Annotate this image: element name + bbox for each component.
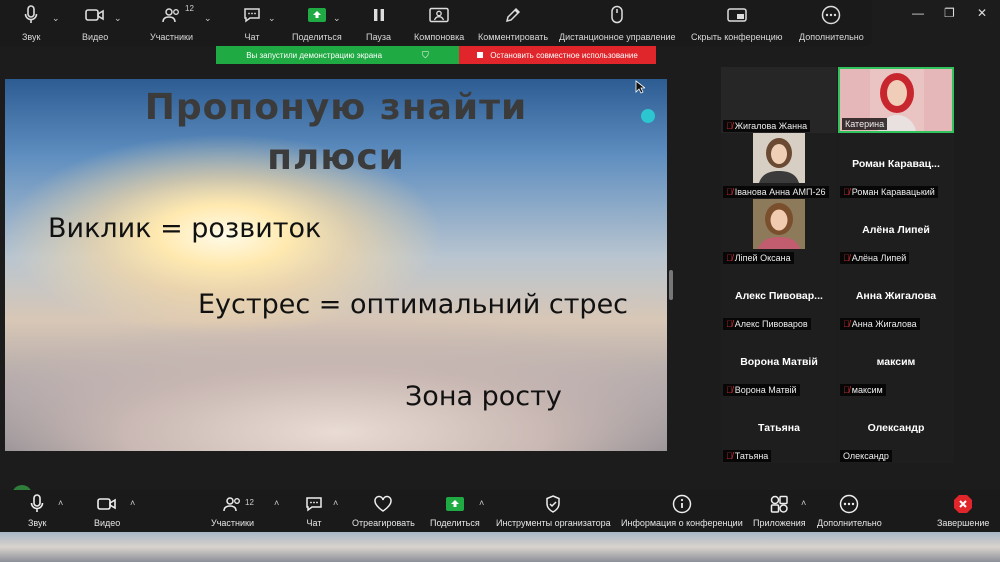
- mic-muted-icon: 🎙̸: [726, 253, 733, 263]
- slide-text-challenge: Виклик = розвиток: [48, 213, 322, 244]
- microphone-icon: [30, 493, 44, 515]
- layout-icon: [429, 4, 449, 26]
- panel-resize-handle[interactable]: [669, 270, 673, 300]
- hide-meeting-button[interactable]: Скрыть конференцию: [691, 4, 783, 42]
- desktop-background-strip: [0, 532, 1000, 562]
- sharing-status-banner: Вы запустили демонстрацию экрана ⛉: [216, 46, 459, 64]
- slide-title-line-2: плюси: [267, 137, 405, 178]
- mic-muted-icon: 🎙̸: [726, 319, 733, 329]
- layout-button[interactable]: Компоновка: [414, 4, 464, 42]
- restore-window-icon[interactable]: ❐: [944, 6, 955, 20]
- pause-share-button[interactable]: Пауза: [366, 4, 391, 42]
- mic-muted-icon: 🎙̸: [726, 187, 733, 197]
- participant-video: [753, 133, 805, 183]
- minimize-window-icon[interactable]: —: [912, 6, 924, 20]
- mic-muted-icon: 🎙̸: [726, 121, 733, 131]
- meeting-top-toolbar: Звук ⌄ Видео ⌄ Участники 12 ⌄ Чат ⌄ Поде…: [0, 0, 872, 46]
- apps-button[interactable]: Приложения: [753, 493, 806, 528]
- host-tools-button[interactable]: Инструменты организатора: [496, 493, 611, 528]
- shield-icon: [545, 493, 561, 515]
- participant-tile[interactable]: Олександр Олександр: [838, 397, 954, 463]
- end-meeting-icon: [953, 493, 973, 515]
- audio-button[interactable]: Звук: [22, 4, 40, 42]
- react-button[interactable]: Отреагировать: [352, 493, 415, 528]
- participant-tile[interactable]: Ворона Матвій 🎙̸ Ворона Матвій: [721, 331, 837, 397]
- mic-muted-icon: 🎙̸: [726, 451, 733, 461]
- bottom-audio-button[interactable]: Звук: [28, 493, 46, 528]
- chat-icon: [305, 493, 323, 515]
- participant-tile[interactable]: Алёна Липей 🎙̸ Алёна Липей: [838, 199, 954, 265]
- participants-icon: [161, 4, 182, 26]
- participant-tile[interactable]: максим 🎙̸ максим: [838, 331, 954, 397]
- share-screen-icon: [307, 4, 327, 26]
- annotate-button[interactable]: Комментировать: [478, 4, 548, 42]
- participants-count-badge: 12: [245, 498, 254, 507]
- shield-icon: ⛉: [422, 49, 429, 60]
- more-button[interactable]: Дополнительно: [799, 4, 864, 42]
- more-dots-icon: [839, 493, 859, 515]
- apps-icon: [769, 493, 789, 515]
- bottom-chat-button[interactable]: Чат: [305, 493, 323, 528]
- stop-square-icon: [477, 52, 484, 58]
- participants-options-chevron-icon[interactable]: ⌄: [204, 13, 212, 24]
- participants-count-badge: 12: [185, 4, 194, 13]
- more-dots-icon: [821, 4, 841, 26]
- chat-options-chevron-icon[interactable]: ⌄: [268, 13, 276, 24]
- participants-options-chevron-icon[interactable]: ˄: [274, 498, 279, 508]
- audio-options-chevron-icon[interactable]: ˄: [58, 498, 63, 508]
- apps-options-chevron-icon[interactable]: ˄: [801, 498, 806, 508]
- chat-icon: [243, 4, 261, 26]
- participant-tile[interactable]: 🎙̸ Жигалова Жанна: [721, 67, 837, 133]
- heart-icon: [373, 493, 393, 515]
- info-icon: [672, 493, 692, 515]
- participant-tile[interactable]: 🎙̸ Іванова Анна АМП-26: [721, 133, 837, 199]
- bottom-share-button[interactable]: Поделиться: [430, 493, 480, 528]
- stop-sharing-button[interactable]: Остановить совместное использование: [459, 46, 656, 64]
- mic-muted-icon: 🎙̸: [843, 253, 850, 263]
- mic-muted-icon: 🎙̸: [843, 319, 850, 329]
- participant-tile-active-speaker[interactable]: Катерина: [838, 67, 954, 133]
- participant-tile[interactable]: Роман Каравац... 🎙̸ Роман Каравацький: [838, 133, 954, 199]
- bottom-video-button[interactable]: Видео: [94, 493, 120, 528]
- mic-muted-icon: 🎙̸: [843, 187, 850, 197]
- participant-tile[interactable]: Анна Жигалова 🎙̸ Анна Жигалова: [838, 265, 954, 331]
- cursor-icon: [635, 80, 645, 94]
- participant-tile[interactable]: Алекс Пивовар... 🎙̸ Алекс Пивоваров: [721, 265, 837, 331]
- camera-icon: [85, 4, 105, 26]
- participant-tile[interactable]: 🎙̸ Ліпей Оксана: [721, 199, 837, 265]
- pause-icon: [372, 4, 386, 26]
- pencil-icon: [504, 4, 522, 26]
- chat-options-chevron-icon[interactable]: ˄: [333, 498, 338, 508]
- camera-icon: [97, 493, 117, 515]
- slide-text-growth-zone: Зона росту: [405, 381, 562, 412]
- mic-muted-icon: 🎙̸: [843, 385, 850, 395]
- chat-button[interactable]: Чат: [243, 4, 261, 42]
- audio-options-chevron-icon[interactable]: ⌄: [52, 13, 60, 24]
- microphone-icon: [24, 4, 38, 26]
- laser-pointer-dot: [641, 109, 655, 123]
- end-meeting-button[interactable]: Завершение: [937, 493, 989, 528]
- bottom-more-button[interactable]: Дополнительно: [817, 493, 882, 528]
- meeting-bottom-toolbar: Звук ˄ Видео ˄ Участники 12 ˄ Чат ˄ Отре…: [0, 490, 1000, 532]
- share-options-chevron-icon[interactable]: ⌄: [333, 13, 341, 24]
- participant-tile[interactable]: Татьяна 🎙̸ Татьяна: [721, 397, 837, 463]
- slide-title-line-1: Пропоную знайти: [144, 87, 528, 128]
- video-button[interactable]: Видео: [82, 4, 108, 42]
- close-window-icon[interactable]: ✕: [977, 6, 987, 20]
- participant-video: [753, 199, 805, 249]
- slide-text-eustress: Еустрес = оптимальний стрес: [198, 289, 629, 320]
- remote-control-button[interactable]: Дистанционное управление: [559, 4, 675, 42]
- participants-icon: [222, 493, 243, 515]
- share-options-chevron-icon[interactable]: ˄: [479, 498, 484, 508]
- hide-window-icon: [727, 4, 747, 26]
- video-options-chevron-icon[interactable]: ⌄: [114, 13, 122, 24]
- mic-muted-icon: 🎙̸: [726, 385, 733, 395]
- mouse-icon: [610, 4, 624, 26]
- meeting-info-button[interactable]: Информация о конференции: [621, 493, 743, 528]
- share-screen-icon: [445, 493, 465, 515]
- shared-screen-slide: Пропоную знайти плюси Виклик = розвиток …: [5, 79, 667, 451]
- video-options-chevron-icon[interactable]: ˄: [130, 498, 135, 508]
